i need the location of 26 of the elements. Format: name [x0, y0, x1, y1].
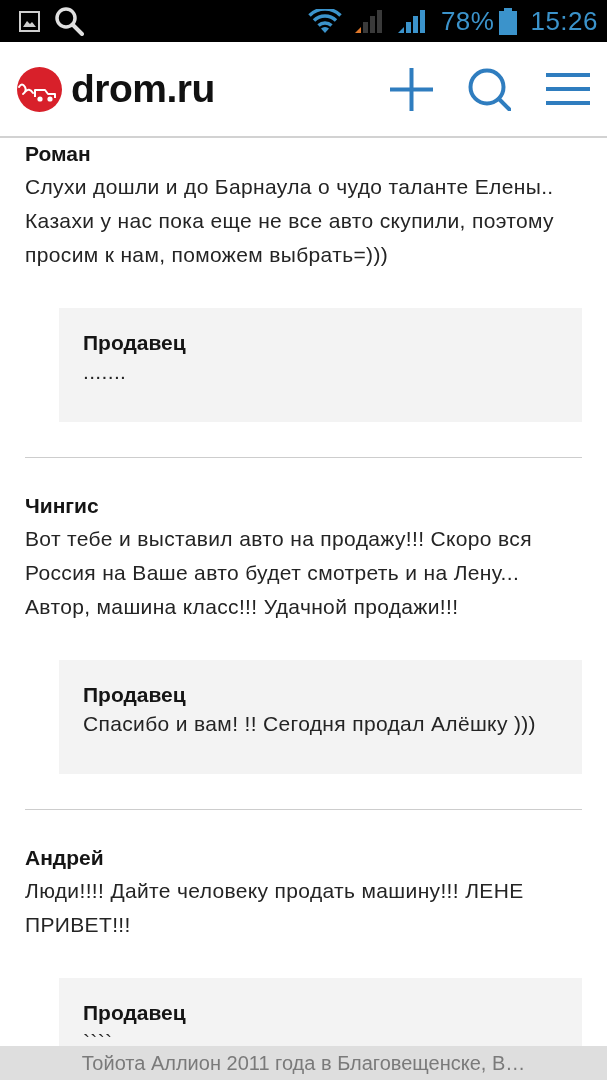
reply-text: ```` [83, 1031, 114, 1053]
comment-text: Слухи дошли и до Барнаула о чудо таланте Елены.. Казахи у нас пока еще не все авто скупили, поэтому просим к нам, поможем выбрать=))) [25, 174, 555, 268]
plus-icon[interactable] [390, 67, 433, 111]
search-icon [54, 6, 84, 36]
menu-icon[interactable] [546, 73, 590, 105]
comment-text: Вот тебе и выставил авто на продажу!!! Скоро вся Россия на Ваше авто будет смотреть и на Лену... Автор, машина класс!!! Удачной продажи!!! [25, 526, 533, 620]
signal-icon [397, 9, 428, 33]
site-name[interactable]: drom.ru [71, 66, 215, 112]
reply-author: Продавец [83, 682, 187, 708]
image-icon [19, 10, 40, 32]
page-title: Тойота Аллион 2011 года в Благовещенске, В… [81, 1053, 526, 1073]
author-name: Роман [25, 141, 92, 167]
reply-author: Продавец [83, 1000, 187, 1026]
wifi-icon [307, 9, 342, 33]
battery-percent: 78% [440, 6, 495, 36]
reply-text: Спасибо и вам! !! Сегодня продал Алёшку ))) [83, 713, 537, 735]
battery-icon [499, 7, 518, 35]
signal-icon [354, 9, 385, 33]
car-logo-icon[interactable] [17, 66, 62, 112]
author-name: Чингис [25, 493, 100, 519]
comment-text: Люди!!!! Дайте человеку продать машину!!! ЛЕНЕ ПРИВЕТ!!! [25, 878, 525, 938]
search-icon[interactable] [468, 67, 511, 111]
clock-time: 15:26 [530, 6, 598, 36]
reply-text: ....... [83, 361, 128, 383]
reply-author: Продавец [83, 330, 187, 356]
author-name: Андрей [25, 845, 105, 871]
